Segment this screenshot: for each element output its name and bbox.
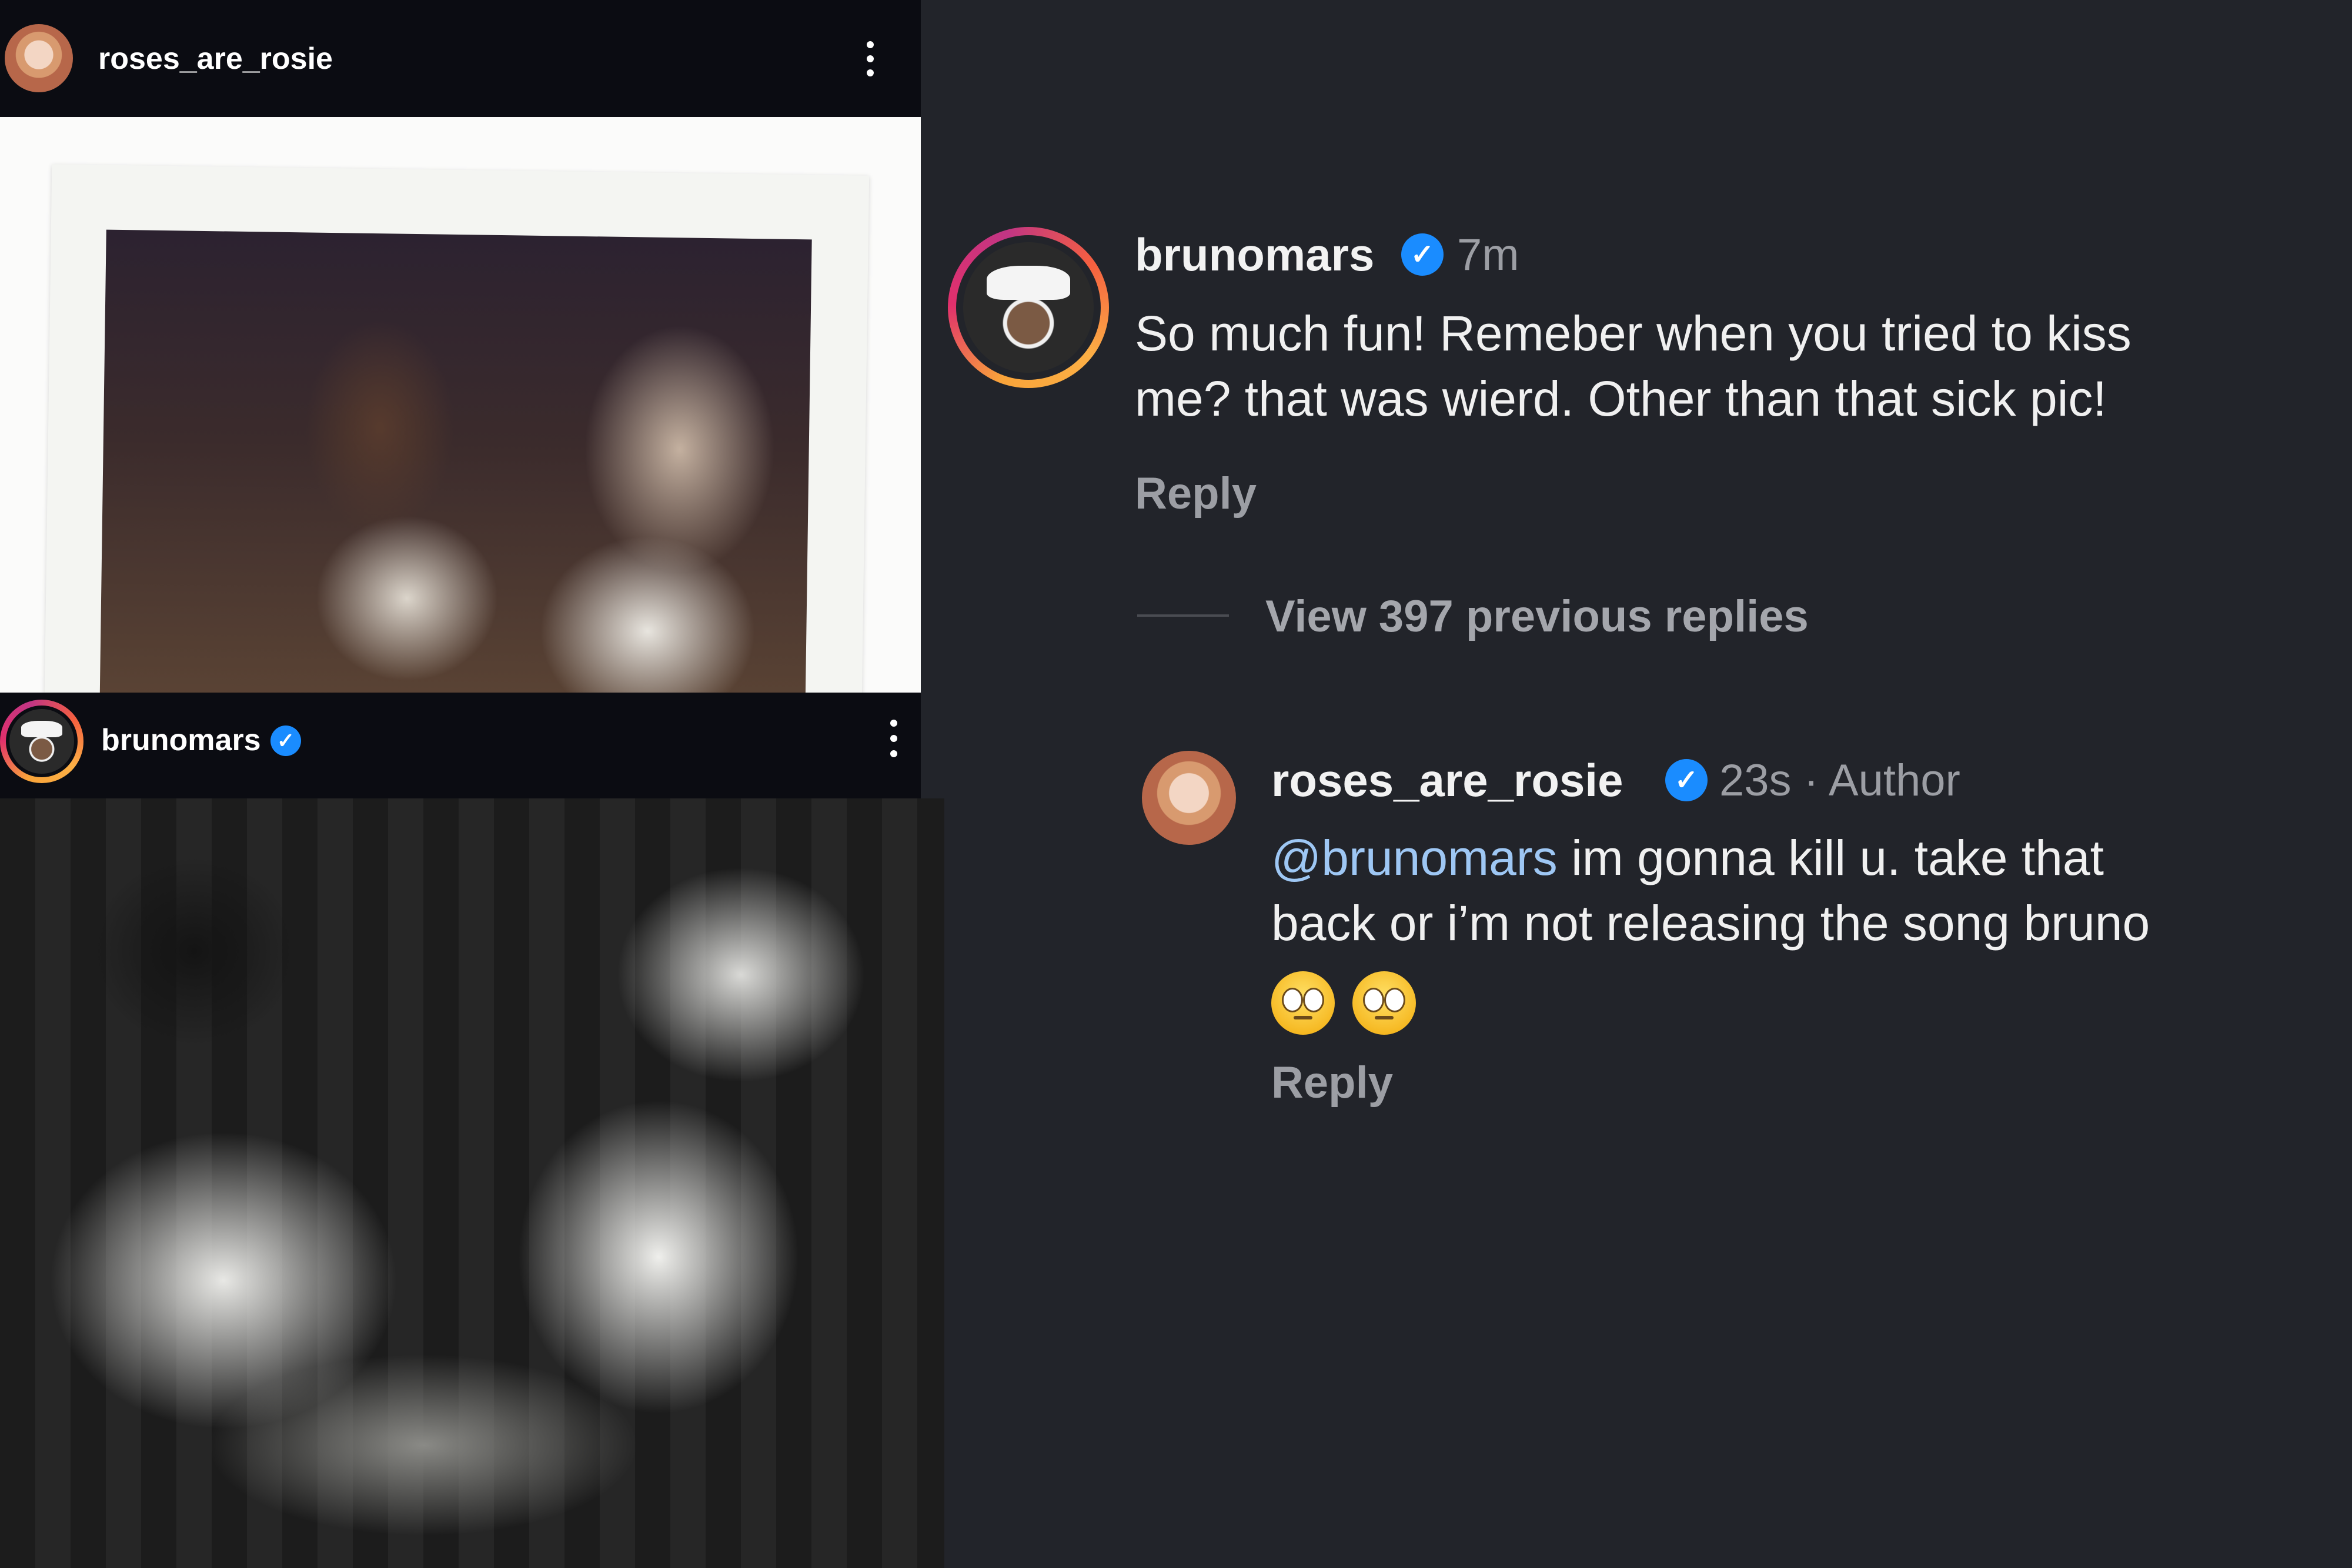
comment-time: 7m <box>1457 230 1519 280</box>
comment-text-line: me? that was wierd. Other than that sick… <box>1135 371 2107 426</box>
reply-avatar-rosie[interactable] <box>1142 751 1236 845</box>
post-username[interactable]: roses_are_rosie <box>98 41 333 76</box>
comment-text-line: So much fun! Remeber when you tried to k… <box>1135 306 2132 361</box>
reply-text-line: back or i’m not releasing the song bruno <box>1271 895 2150 951</box>
reply-button[interactable]: Reply <box>1271 1057 1393 1108</box>
reply-text-rest: im gonna kill u. take that <box>1557 830 2104 885</box>
profile-avatar-bruno-icon <box>9 709 74 774</box>
comment-avatar-bruno[interactable] <box>948 227 1109 388</box>
polaroid-image <box>99 229 812 693</box>
polaroid-print <box>44 164 870 693</box>
profile-avatar-rosie-icon <box>1142 751 1236 845</box>
face-with-rolling-eyes-emoji-icon <box>1271 971 1335 1035</box>
more-vertical-icon[interactable] <box>867 41 874 76</box>
comment-username[interactable]: brunomars <box>1135 228 1374 282</box>
post-username[interactable]: brunomars <box>101 723 261 758</box>
reply-meta: 23s · Author <box>1719 755 1960 805</box>
profile-avatar-bruno-icon <box>963 242 1094 373</box>
more-vertical-icon[interactable] <box>890 720 897 757</box>
reply-button[interactable]: Reply <box>1135 468 1257 519</box>
thread-divider-line <box>1137 614 1229 617</box>
post-header-bruno: brunomars ✓ <box>0 693 921 798</box>
profile-avatar-rosie-icon <box>5 24 73 92</box>
verified-badge-icon: ✓ <box>270 726 301 756</box>
mention-link[interactable]: @brunomars <box>1271 830 1558 885</box>
face-with-rolling-eyes-emoji-icon <box>1352 971 1416 1035</box>
comment-text: So much fun! Remeber when you tried to k… <box>1135 301 2132 432</box>
post-header-rosie: roses_are_rosie <box>0 0 921 117</box>
avatar[interactable] <box>5 24 73 92</box>
post-photo-polaroid[interactable] <box>0 117 921 693</box>
avatar[interactable] <box>0 700 83 783</box>
reply-username[interactable]: roses_are_rosie <box>1271 754 1623 807</box>
reply-text: @brunomars im gonna kill u. take that ba… <box>1271 825 2150 1035</box>
view-previous-replies-button[interactable]: View 397 previous replies <box>1265 591 1809 642</box>
emoji-row <box>1271 967 2150 1035</box>
post-photo-bw[interactable] <box>0 798 944 1568</box>
verified-badge-icon: ✓ <box>1401 233 1444 276</box>
verified-badge-icon: ✓ <box>1665 759 1708 801</box>
reply-text-line: @brunomars im gonna kill u. take that <box>1271 825 2150 891</box>
